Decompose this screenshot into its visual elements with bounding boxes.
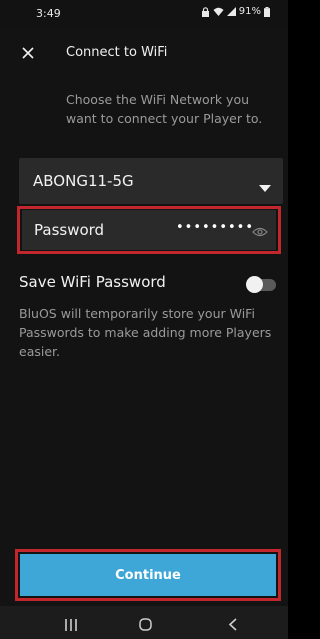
- close-button[interactable]: [18, 43, 38, 63]
- system-nav-bar: [0, 606, 288, 639]
- wifi-network-dropdown[interactable]: ABONG11-5G: [19, 158, 283, 204]
- selected-network: ABONG11-5G: [33, 172, 134, 190]
- recents-icon[interactable]: [64, 616, 78, 635]
- password-masked-value: •••••••••: [176, 220, 255, 235]
- home-icon[interactable]: [139, 616, 152, 635]
- page-title: Connect to WiFi: [66, 45, 168, 60]
- password-label: Password: [34, 221, 105, 239]
- battery-percent: 91%: [238, 6, 261, 17]
- close-icon: [22, 44, 34, 63]
- screen: 3:49 91% Connect to WiFi Choose the WiFi…: [0, 0, 288, 639]
- caret-down-icon: [259, 177, 271, 196]
- page-subtitle: Choose the WiFi Network you want to conn…: [66, 92, 263, 126]
- save-wifi-description: BluOS will temporarily store your WiFi P…: [19, 306, 272, 359]
- signal-icon: [226, 7, 236, 16]
- eye-icon[interactable]: [252, 222, 268, 241]
- save-wifi-label: Save WiFi Password: [19, 273, 166, 291]
- status-icons: 91%: [201, 6, 270, 17]
- toggle-knob: [246, 276, 263, 293]
- status-bar: 3:49 91%: [0, 0, 288, 28]
- status-time: 3:49: [36, 7, 61, 20]
- continue-button[interactable]: Continue: [20, 554, 276, 596]
- save-wifi-toggle[interactable]: [246, 276, 276, 293]
- lock-icon: [201, 6, 210, 17]
- battery-icon: [264, 6, 270, 17]
- wifi-icon: [213, 7, 224, 16]
- password-field[interactable]: Password •••••••••: [22, 210, 276, 250]
- back-icon[interactable]: [228, 616, 237, 635]
